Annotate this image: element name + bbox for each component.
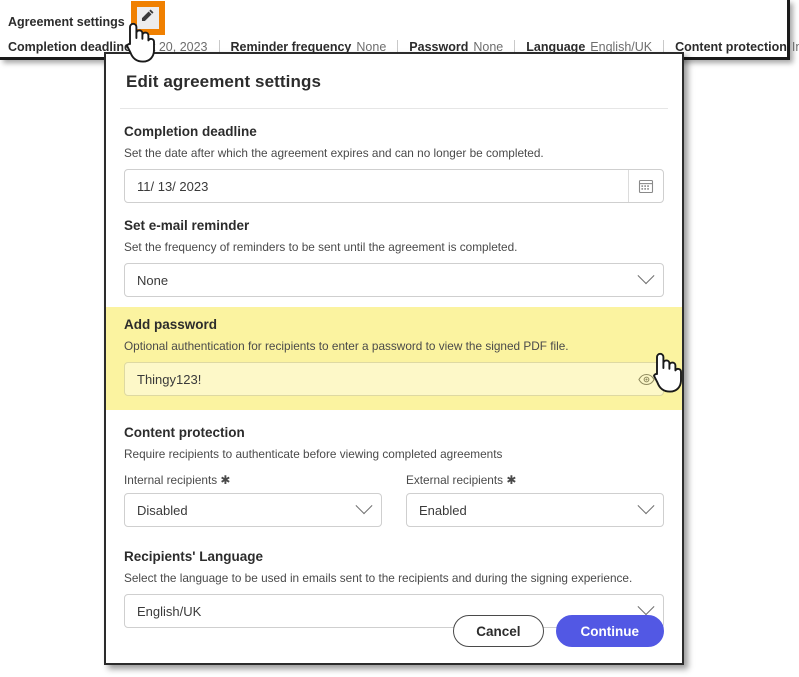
dialog-title: Edit agreement settings [126, 72, 322, 91]
completion-deadline-field[interactable]: 11/ 13/ 2023 [124, 169, 664, 203]
section-add-password: Add password Optional authentication for… [106, 307, 682, 410]
external-recipients-group: External recipients ✱ Enabled [406, 473, 664, 527]
reminder-frequency-value: None [137, 272, 169, 288]
section-content-protection: Content protection Require recipients to… [124, 410, 664, 527]
section-email-reminder: Set e-mail reminder Set the frequency of… [124, 203, 664, 297]
section-recipients-language: Recipients' Language Select the language… [124, 527, 664, 628]
dialog-footer: Cancel Continue [453, 615, 664, 647]
section-description: Optional authentication for recipients t… [124, 339, 569, 353]
external-recipients-label-text: External recipients [406, 473, 504, 487]
section-title: Set e-mail reminder [124, 218, 250, 233]
internal-recipients-label-text: Internal recipients [124, 473, 218, 487]
password-field[interactable]: Thingy123! [124, 362, 664, 396]
required-marker-icon: ✱ [506, 473, 517, 487]
banner-field-value: Internal disabled & External enabled [791, 40, 799, 54]
section-description: Require recipients to authenticate befor… [124, 447, 503, 461]
chevron-down-icon[interactable] [347, 494, 381, 526]
banner-title: Agreement settings [8, 15, 125, 29]
section-title: Content protection [124, 425, 245, 440]
continue-button[interactable]: Continue [555, 615, 664, 647]
completion-deadline-value[interactable]: 11/ 13/ 2023 [125, 179, 628, 194]
cancel-button[interactable]: Cancel [453, 615, 544, 647]
agreement-settings-banner: Agreement settings Completion deadline Oc… [0, 0, 799, 60]
reminder-frequency-select[interactable]: None [124, 263, 664, 297]
edit-button-inner [136, 7, 159, 29]
required-marker-icon: ✱ [220, 473, 231, 487]
section-title: Recipients' Language [124, 549, 263, 564]
external-recipients-label: External recipients ✱ [406, 473, 664, 487]
banner-field-label: Content protection [675, 40, 787, 54]
edit-agreement-settings-dialog: Edit agreement settings Completion deadl… [104, 52, 684, 665]
section-description: Set the date after which the agreement e… [124, 146, 544, 160]
dialog-body: Completion deadline Set the date after w… [106, 109, 682, 628]
chevron-down-icon[interactable] [629, 264, 663, 296]
internal-recipients-value: Disabled [137, 502, 188, 518]
external-recipients-select[interactable]: Enabled [406, 493, 664, 527]
internal-recipients-group: Internal recipients ✱ Disabled [124, 473, 382, 527]
external-recipients-value: Enabled [419, 502, 467, 518]
banner-field-content-protection: Content protection Internal disabled & Ex… [675, 38, 799, 56]
eye-reveal-icon[interactable] [629, 363, 663, 395]
section-description: Set the frequency of reminders to be sen… [124, 240, 518, 254]
password-value[interactable]: Thingy123! [125, 372, 629, 387]
section-completion-deadline: Completion deadline Set the date after w… [124, 109, 664, 203]
section-title: Completion deadline [124, 124, 257, 139]
chevron-down-icon[interactable] [629, 494, 663, 526]
pencil-edit-icon [140, 8, 155, 28]
section-title: Add password [124, 317, 218, 332]
banner-title-row: Agreement settings [8, 1, 165, 35]
section-description: Select the language to be used in emails… [124, 571, 633, 585]
content-protection-columns: Internal recipients ✱ Disabled External … [124, 473, 664, 527]
internal-recipients-label: Internal recipients ✱ [124, 473, 382, 487]
edit-agreement-settings-button[interactable] [130, 1, 165, 35]
calendar-icon[interactable] [628, 170, 663, 202]
internal-recipients-select[interactable]: Disabled [124, 493, 382, 527]
